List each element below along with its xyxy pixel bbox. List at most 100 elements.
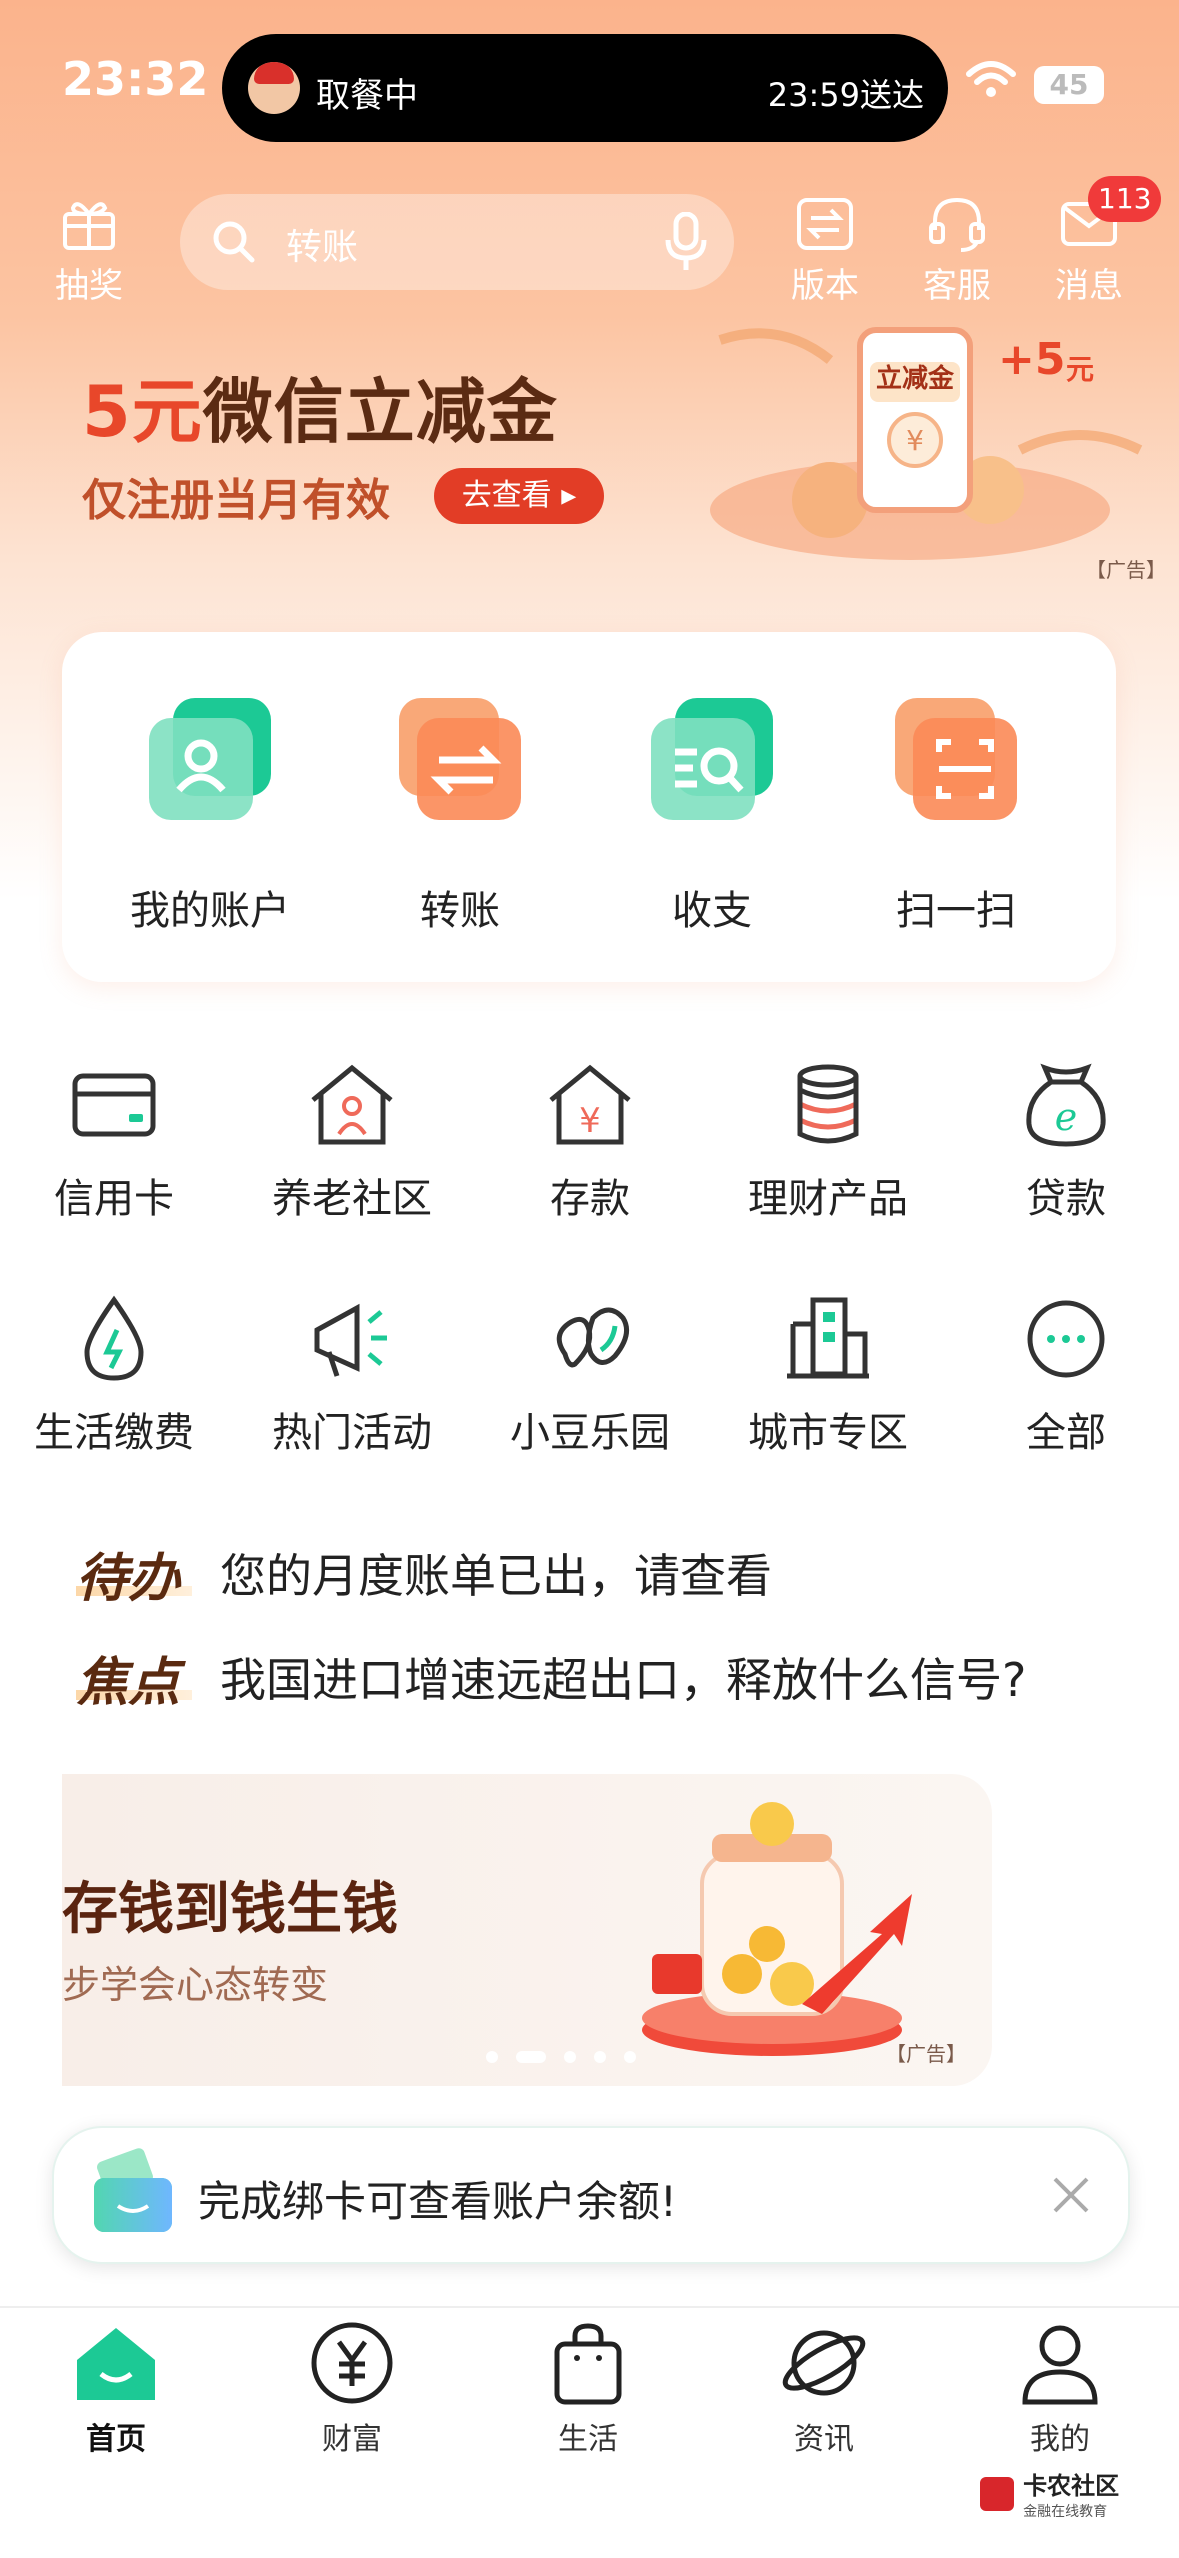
tab-label: 财富	[322, 2422, 382, 2457]
banner-title[interactable]: 5元微信立减金	[82, 356, 558, 457]
delivery-avatar-icon	[248, 62, 300, 114]
page-dot	[564, 2051, 576, 2063]
piggy-jar-illustration	[642, 1802, 912, 2056]
service-elderly-community[interactable]: 养老社区	[252, 1060, 452, 1224]
income-expense-icon	[651, 698, 773, 820]
banner-ad-tag: 【广告】	[1086, 558, 1166, 582]
loan-icon: e	[1026, 1063, 1106, 1147]
live-activity-eta: 23:59送达	[767, 76, 924, 114]
bind-card-toast[interactable]: 完成绑卡可查看账户余额!	[52, 2126, 1130, 2264]
quick-action-transfer[interactable]: 转账	[360, 694, 560, 936]
tab-label: 我的	[1030, 2422, 1090, 2457]
watermark-logo: 卡农社区 金融在线教育	[980, 2466, 1119, 2521]
tab-home[interactable]: 首页	[26, 2318, 206, 2458]
tab-label: 首页	[86, 2422, 146, 2457]
service-label: 生活缴费	[34, 1410, 194, 1456]
service-label: 理财产品	[748, 1176, 908, 1222]
customer-service-button[interactable]: 客服	[912, 196, 1002, 307]
service-deposit[interactable]: ¥ 存款	[490, 1060, 690, 1224]
gift-icon	[63, 202, 115, 250]
more-icon	[1027, 1300, 1105, 1378]
service-wealth-product[interactable]: 理财产品	[728, 1060, 928, 1224]
banner-illustration: ¥	[710, 327, 1143, 560]
close-icon[interactable]	[1052, 2176, 1090, 2214]
svg-text:¥: ¥	[579, 1101, 601, 1141]
search-placeholder: 转账	[286, 227, 359, 268]
live-activity-status: 取餐中	[316, 76, 418, 116]
service-bean-park[interactable]: 小豆乐园	[490, 1294, 690, 1458]
profile-icon	[1022, 2325, 1098, 2405]
search-bar[interactable]: 转账	[180, 194, 734, 290]
service-hot-activity[interactable]: 热门活动	[252, 1294, 452, 1458]
wealth-icon	[311, 2322, 393, 2404]
transfer-icon	[399, 698, 521, 820]
service-label: 热门活动	[272, 1410, 432, 1456]
chevron-right-icon: ▸	[561, 478, 577, 513]
quick-action-label: 转账	[420, 888, 500, 934]
tab-wealth[interactable]: 财富	[262, 2318, 442, 2458]
tab-profile[interactable]: 我的	[970, 2318, 1150, 2458]
quick-action-label: 收支	[672, 888, 752, 934]
status-time: 23:32	[62, 52, 209, 106]
coupon-unit: 元	[1066, 353, 1095, 386]
tab-life[interactable]: 生活	[498, 2318, 678, 2458]
wifi-icon	[966, 61, 1016, 97]
promo-subtitle: 步学会心态转变	[62, 1963, 329, 2007]
elderly-community-icon	[311, 1064, 393, 1145]
tab-label: 生活	[558, 2422, 618, 2457]
watermark-icon	[980, 2476, 1014, 2511]
headset-icon	[929, 197, 985, 252]
quick-action-label: 扫一扫	[896, 888, 1016, 934]
banner-title-rest: 微信立减金	[202, 371, 558, 453]
deposit-icon: ¥	[549, 1064, 631, 1145]
banner-view-label: 去查看	[461, 478, 552, 513]
quick-action-label: 我的账户	[130, 888, 290, 934]
lottery-label: 抽奖	[55, 266, 123, 306]
service-label: 小豆乐园	[510, 1410, 670, 1456]
notice-todo-text[interactable]: 您的月度账单已出，请查看	[220, 1540, 772, 1606]
service-loan[interactable]: e 贷款	[966, 1060, 1166, 1224]
scan-icon	[895, 698, 1017, 820]
service-city-zone[interactable]: 城市专区	[728, 1294, 928, 1458]
life-bag-icon	[554, 2323, 622, 2405]
utility-payment-icon	[84, 1295, 144, 1381]
service-label: 城市专区	[748, 1410, 908, 1456]
bean-park-icon	[556, 1307, 630, 1368]
version-button[interactable]: 版本	[780, 196, 870, 307]
watermark-sub: 金融在线教育	[1023, 2504, 1108, 2520]
quick-action-scan[interactable]: 扫一扫	[856, 694, 1056, 936]
service-label: 存款	[550, 1176, 630, 1222]
banner-subtitle: 仅注册当月有效	[82, 475, 390, 526]
promo-ad-tag: 【广告】	[886, 2042, 966, 2066]
banner-view-button[interactable]: 去查看 ▸	[434, 468, 604, 524]
promo-title: 存钱到钱生钱	[62, 1877, 398, 1942]
svg-text:e: e	[1055, 1095, 1078, 1139]
coupon-label: 立减金	[876, 364, 955, 394]
notice-focus-text[interactable]: 我国进口增速远超出口，释放什么信号?	[220, 1644, 1026, 1710]
message-count-badge: 113	[1088, 176, 1162, 222]
page-dot	[486, 2051, 498, 2063]
service-utility-payment[interactable]: 生活缴费	[14, 1294, 214, 1458]
service-label: 养老社区	[272, 1176, 432, 1222]
quick-action-my-account[interactable]: 我的账户	[110, 694, 310, 936]
watermark-name: 卡农社区	[1023, 2472, 1120, 2500]
service-label: 全部	[1026, 1410, 1106, 1456]
banner-title-highlight: 5元	[82, 371, 203, 453]
search-icon	[213, 221, 255, 263]
account-icon	[149, 698, 271, 820]
page-dot	[624, 2051, 636, 2063]
service-credit-card[interactable]: 信用卡	[14, 1060, 214, 1224]
page-dot-active	[516, 2051, 546, 2063]
notice-tag-todo: 待办	[76, 1549, 181, 1609]
microphone-icon[interactable]	[664, 212, 708, 272]
notice-tag-focus: 焦点	[76, 1653, 181, 1713]
promo-carousel-card[interactable]: 存钱到钱生钱 步学会心态转变 【广告】	[62, 1774, 992, 2086]
tab-news[interactable]: 资讯	[734, 2318, 914, 2458]
carousel-pagination[interactable]	[486, 2048, 636, 2067]
service-all[interactable]: 全部	[966, 1294, 1166, 1458]
home-icon	[77, 2328, 155, 2400]
quick-action-income-expense[interactable]: 收支	[612, 694, 812, 936]
svg-text:¥: ¥	[906, 424, 924, 457]
lottery-button[interactable]: 抽奖	[44, 196, 134, 307]
dynamic-island-live-activity[interactable]: 取餐中 23:59送达	[222, 34, 948, 142]
